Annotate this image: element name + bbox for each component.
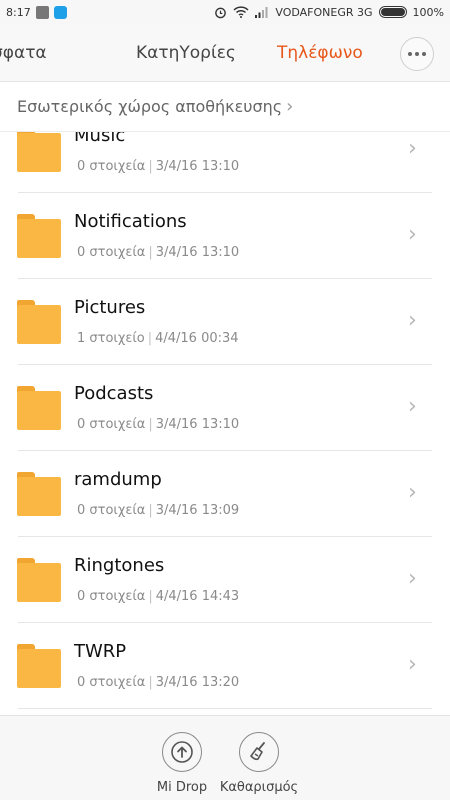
file-row[interactable]: Podcasts 0 στοιχεία | 3/4/16 13:10 ›	[0, 365, 450, 451]
alarm-icon	[215, 7, 227, 18]
cleaner-label: Καθαρισμός	[219, 780, 299, 795]
carrier-name: VODAFONEGR 3G	[275, 5, 373, 19]
mi-drop-button[interactable]: Mi Drop	[142, 732, 222, 795]
modified-date: 4/4/16 14:43	[155, 589, 240, 604]
file-meta: 0 στοιχεία | 3/4/16 13:09	[77, 503, 239, 518]
file-name: Notifications	[74, 211, 187, 232]
tab-phone[interactable]: Τηλέφωνο	[277, 24, 363, 81]
battery-icon	[378, 6, 407, 18]
item-count: 0 στοιχεία	[77, 417, 146, 432]
file-name: Podcasts	[74, 383, 154, 404]
file-meta: 0 στοιχεία | 3/4/16 13:20	[77, 675, 239, 690]
modified-date: 3/4/16 13:10	[155, 159, 240, 174]
skype-icon	[53, 5, 67, 19]
breadcrumb-label: Εσωτερικός χώρος αποθήκευσης	[17, 97, 283, 116]
item-count: 0 στοιχεία	[77, 159, 146, 174]
file-name: Ringtones	[74, 555, 165, 576]
chevron-right-icon: ›	[408, 480, 417, 505]
more-dot-icon	[408, 52, 412, 56]
mi-drop-label: Mi Drop	[156, 780, 208, 795]
chevron-right-icon: ›	[286, 96, 294, 117]
file-name: ramdump	[74, 469, 162, 490]
folder-icon	[17, 472, 61, 516]
file-list[interactable]: Music 0 στοιχεία | 3/4/16 13:10 › Notificatio…	[0, 132, 450, 715]
chevron-right-icon: ›	[408, 222, 417, 247]
item-count: 0 στοιχεία	[77, 245, 146, 260]
item-count: 0 στοιχεία	[77, 589, 146, 604]
more-options-button[interactable]	[400, 37, 434, 71]
upload-icon	[162, 732, 202, 772]
chevron-right-icon: ›	[408, 308, 417, 333]
file-name: Pictures	[74, 297, 146, 318]
modified-date: 3/4/16 13:09	[155, 503, 240, 518]
bottom-action-bar: Mi Drop Καθαρισμός	[0, 715, 450, 800]
file-row[interactable]: Music 0 στοιχεία | 3/4/16 13:10 ›	[0, 132, 450, 193]
modified-date: 3/4/16 13:10	[155, 417, 240, 432]
meta-divider: |	[148, 159, 153, 174]
meta-divider: |	[147, 331, 153, 346]
file-meta: 0 στοιχεία | 3/4/16 13:10	[77, 159, 239, 174]
chevron-right-icon: ›	[408, 394, 417, 419]
folder-icon	[17, 214, 61, 258]
modified-date: 4/4/16 00:34	[155, 331, 239, 346]
meta-divider: |	[148, 589, 153, 604]
folder-icon	[17, 644, 61, 688]
file-name: Music	[74, 132, 126, 146]
chevron-right-icon: ›	[408, 566, 417, 591]
file-row[interactable]: Ringtones 0 στοιχεία | 4/4/16 14:43 ›	[0, 537, 450, 623]
folder-icon	[17, 386, 61, 430]
signal-icon	[255, 7, 268, 18]
item-count: 0 στοιχεία	[77, 675, 146, 690]
more-dot-icon	[422, 52, 426, 56]
chevron-right-icon: ›	[408, 652, 417, 677]
meta-divider: |	[148, 675, 153, 690]
cleaner-button[interactable]: Καθαρισμός	[219, 732, 299, 795]
tab-recent[interactable]: σφατα	[0, 24, 47, 81]
item-count: 0 στοιχεία	[77, 503, 146, 518]
item-count: 1 στοιχείο	[77, 331, 145, 346]
status-time: 8:17	[6, 5, 31, 19]
file-row[interactable]: TWRP 0 στοιχεία | 3/4/16 13:20 ›	[0, 623, 450, 709]
chevron-right-icon: ›	[408, 136, 417, 161]
file-row[interactable]: Pictures 1 στοιχείο | 4/4/16 00:34 ›	[0, 279, 450, 365]
battery-level: 100%	[412, 5, 444, 19]
more-dot-icon	[415, 52, 419, 56]
notification-app-icon	[35, 5, 49, 19]
meta-divider: |	[148, 417, 153, 432]
tab-bar: σφατα ΚατηΥορίες Τηλέφωνο	[0, 24, 450, 82]
row-divider	[18, 708, 432, 709]
status-bar: 8:17 VODAFONEGR 3G 100%	[0, 0, 450, 24]
folder-icon	[17, 558, 61, 602]
folder-icon	[17, 300, 61, 344]
meta-divider: |	[148, 245, 153, 260]
file-meta: 0 στοιχεία | 3/4/16 13:10	[77, 245, 239, 260]
modified-date: 3/4/16 13:10	[155, 245, 240, 260]
file-row[interactable]: Notifications 0 στοιχεία | 3/4/16 13:10 ›	[0, 193, 450, 279]
folder-icon	[17, 132, 61, 172]
meta-divider: |	[148, 503, 153, 518]
wifi-icon	[233, 6, 249, 18]
file-meta: 1 στοιχείο | 4/4/16 00:34	[77, 331, 239, 346]
file-meta: 0 στοιχεία | 3/4/16 13:10	[77, 417, 239, 432]
modified-date: 3/4/16 13:20	[155, 675, 240, 690]
breadcrumb[interactable]: Εσωτερικός χώρος αποθήκευσης ›	[0, 82, 450, 132]
broom-icon	[239, 732, 279, 772]
file-name: TWRP	[74, 641, 127, 662]
file-row[interactable]: ramdump 0 στοιχεία | 3/4/16 13:09 ›	[0, 451, 450, 537]
file-meta: 0 στοιχεία | 4/4/16 14:43	[77, 589, 239, 604]
tab-categories[interactable]: ΚατηΥορίες	[136, 24, 236, 81]
